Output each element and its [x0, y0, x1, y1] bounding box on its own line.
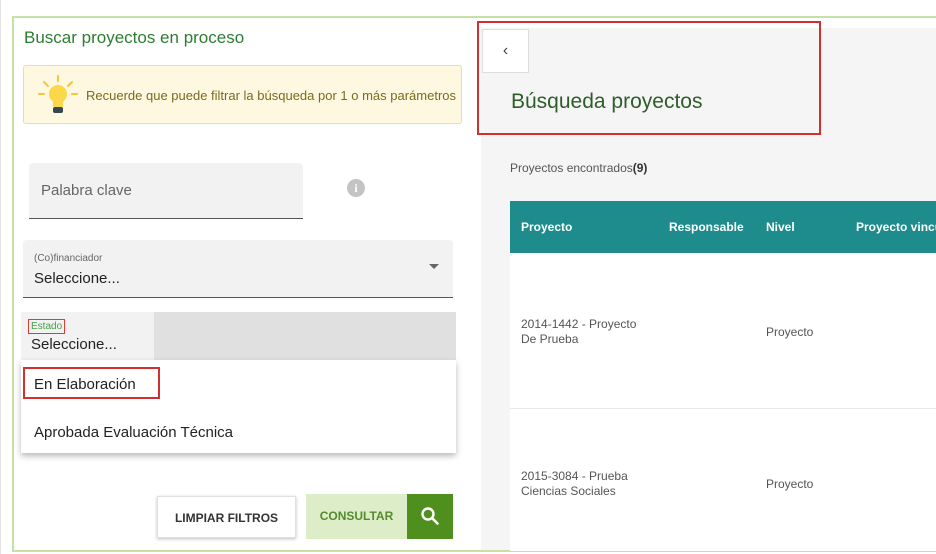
cell-proyecto-line2: Ciencias Sociales: [521, 484, 616, 498]
estado-label: Estado: [28, 319, 66, 334]
consult-button[interactable]: CONSULTAR: [306, 494, 407, 539]
results-count: Proyectos encontrados(9): [510, 161, 647, 175]
column-header-proyecto-vinculado[interactable]: Proyecto vincu: [856, 220, 936, 234]
cell-nivel: Proyecto: [766, 477, 814, 491]
column-header-proyecto[interactable]: Proyecto: [521, 220, 572, 234]
results-table: Proyecto Responsable Nivel Proyecto vinc…: [510, 201, 936, 551]
highlight-box-option: [23, 367, 160, 399]
dropdown-caret-icon: [429, 264, 439, 269]
results-count-value: (9): [632, 161, 648, 175]
highlight-box-header: [477, 21, 821, 135]
cofinanciador-value: Seleccione...: [34, 270, 120, 287]
hint-box: Recuerde que puede filtrar la búsqueda p…: [23, 65, 462, 124]
results-count-label: Proyectos encontrados: [510, 161, 633, 175]
table-row[interactable]: 2014-1442 - Proyecto De Prueba Proyecto: [510, 253, 936, 408]
table-header: Proyecto Responsable Nivel Proyecto vinc…: [510, 201, 936, 253]
cell-nivel: Proyecto: [766, 325, 814, 339]
column-header-responsable[interactable]: Responsable: [669, 220, 744, 234]
table-row[interactable]: 2015-3084 - Prueba Ciencias Sociales Pro…: [510, 408, 936, 551]
estado-value: Seleccione...: [31, 336, 117, 353]
keyword-field[interactable]: Palabra clave: [29, 163, 303, 219]
cell-proyecto: 2014-1442 - Proyecto De Prueba: [521, 317, 636, 347]
info-icon[interactable]: i: [347, 179, 365, 197]
search-title: Buscar proyectos en proceso: [24, 28, 245, 47]
estado-select[interactable]: Estado Seleccione...: [21, 312, 456, 360]
cell-proyecto-line2: De Prueba: [521, 332, 579, 346]
estado-select-input: Estado Seleccione...: [21, 312, 154, 360]
search-button[interactable]: [407, 494, 453, 539]
lightbulb-icon: [38, 75, 78, 113]
estado-option-aprobada-evaluacion-tecnica[interactable]: Aprobada Evaluación Técnica: [34, 424, 233, 441]
search-icon: [421, 507, 439, 525]
cofinanciador-select[interactable]: (Co)financiador Seleccione...: [23, 240, 453, 298]
hint-text: Recuerde que puede filtrar la búsqueda p…: [86, 88, 456, 103]
cell-proyecto-line1: 2014-1442 - Proyecto: [521, 317, 637, 331]
results-title: Búsqueda proyectos: [511, 90, 703, 113]
cell-proyecto: 2015-3084 - Prueba Ciencias Sociales: [521, 469, 628, 499]
cell-proyecto-line1: 2015-3084 - Prueba: [521, 469, 628, 483]
column-header-nivel[interactable]: Nivel: [766, 220, 795, 234]
clear-filters-button[interactable]: LIMPIAR FILTROS: [157, 496, 296, 538]
cofinanciador-label: (Co)financiador: [34, 253, 103, 264]
keyword-label: Palabra clave: [41, 182, 132, 199]
